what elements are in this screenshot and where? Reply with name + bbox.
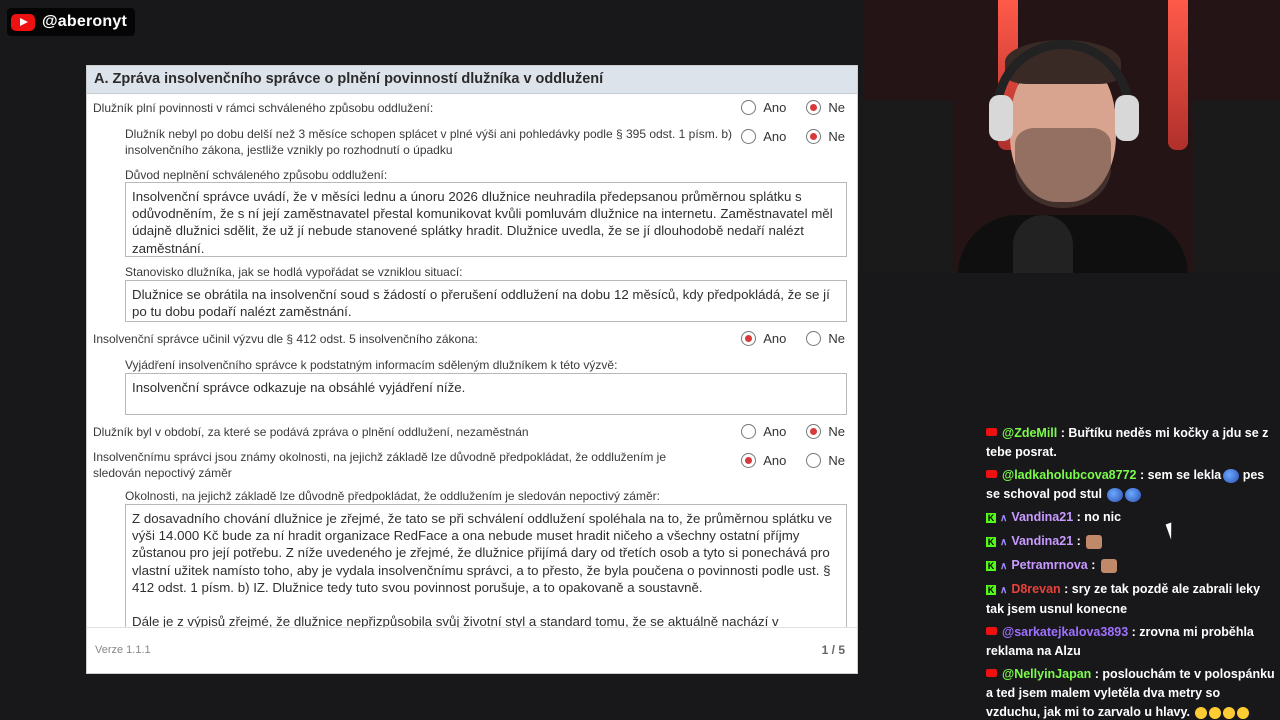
radio-no[interactable] bbox=[806, 129, 822, 144]
document-footer: Verze 1.1.1 1 / 5 bbox=[87, 627, 857, 673]
radio-no-label: Ne bbox=[828, 129, 845, 144]
radio-yes-label: Ano bbox=[763, 453, 787, 468]
radio-yes[interactable] bbox=[741, 453, 757, 468]
chat-text: : bbox=[1087, 558, 1099, 572]
chat-message: K ∧ Vandina21 : bbox=[986, 532, 1276, 552]
chat-username[interactable]: Vandina21 bbox=[1011, 510, 1073, 524]
chat-username[interactable]: @sarkatejkalova3893 bbox=[1002, 625, 1128, 639]
youtube-icon bbox=[11, 13, 35, 31]
text-field[interactable]: Dlužnice se obrátila na insolvenční soud… bbox=[125, 280, 847, 322]
kick-icon: K bbox=[986, 585, 996, 595]
radio-yes-label: Ano bbox=[763, 331, 787, 346]
radio-yes[interactable] bbox=[741, 100, 757, 115]
chat-message: @sarkatejkalova3893 : zrovna mi proběhla… bbox=[986, 623, 1276, 661]
emote-icon bbox=[1223, 468, 1240, 483]
rank-icon: ∧ bbox=[1000, 513, 1008, 524]
row-label: Insolvenční správce učinil výzvu dle § 4… bbox=[93, 332, 478, 346]
kick-icon: K bbox=[986, 561, 996, 571]
row-label: Dlužník byl v období, za které se podává… bbox=[93, 425, 529, 439]
radio-no-label: Ne bbox=[828, 453, 845, 468]
chat-message: K ∧ Vandina21 : no nic bbox=[986, 508, 1276, 528]
radio-yes-label: Ano bbox=[763, 424, 787, 439]
chat-username[interactable]: @ladkaholubcova8772 bbox=[1002, 468, 1136, 482]
chat-message: @NellyinJapan : poslouchám te v polospán… bbox=[986, 665, 1276, 720]
rank-icon: ∧ bbox=[1000, 561, 1008, 572]
radio-yes[interactable] bbox=[741, 424, 757, 439]
field-label: Vyjádření insolvenčního správce k podsta… bbox=[125, 358, 618, 372]
text-field[interactable]: Z dosavadního chování dlužnice je zřejmé… bbox=[125, 504, 847, 634]
emote-icon bbox=[1223, 706, 1236, 719]
chat-username[interactable]: Petramrnova bbox=[1011, 558, 1087, 572]
row-label: Dlužník nebyl po dobu delší než 3 měsíce… bbox=[125, 127, 733, 157]
field-label: Důvod neplnění schváleného způsobu oddlu… bbox=[125, 168, 388, 182]
chat-text: : bbox=[1073, 534, 1085, 548]
radio-no[interactable] bbox=[806, 453, 822, 468]
rank-icon: ∧ bbox=[1000, 585, 1008, 596]
text-field[interactable]: Insolvenční správce uvádí, že v měsíci l… bbox=[125, 182, 847, 257]
radio-yes[interactable] bbox=[741, 331, 757, 346]
radio-group: Ano Ne bbox=[741, 129, 845, 144]
row-label: Dlužník plní povinnosti v rámci schválen… bbox=[93, 101, 434, 115]
field-label: Okolnosti, na jejichž základě lze důvodn… bbox=[125, 489, 660, 503]
microphone bbox=[1013, 215, 1073, 273]
radio-group: Ano Ne bbox=[741, 424, 845, 439]
chat-message: K ∧ Petramrnova : bbox=[986, 556, 1276, 576]
kick-icon: K bbox=[986, 513, 996, 523]
text-field[interactable]: Insolvenční správce odkazuje na obsáhlé … bbox=[125, 373, 847, 415]
radio-no[interactable] bbox=[806, 100, 822, 115]
radio-yes-label: Ano bbox=[763, 100, 787, 115]
document-page: A. Zpráva insolvenčního správce o plnění… bbox=[86, 65, 858, 674]
chat-text: : sem se lekla bbox=[1136, 468, 1222, 482]
chat-username[interactable]: Vandina21 bbox=[1011, 534, 1073, 548]
field-label: Stanovisko dlužníka, jak se hodlá vypořá… bbox=[125, 265, 463, 279]
chat-message: @ZdeMill : Buřtíku neděs mi kočky a jdu … bbox=[986, 424, 1276, 462]
channel-badge: @aberonyt bbox=[7, 8, 135, 36]
chat-feed: @ZdeMill : Buřtíku neděs mi kočky a jdu … bbox=[986, 424, 1276, 720]
chat-text: : no nic bbox=[1073, 510, 1122, 524]
emote-icon bbox=[1237, 706, 1250, 719]
radio-no-label: Ne bbox=[828, 424, 845, 439]
emote-icon bbox=[1125, 487, 1142, 502]
youtube-icon bbox=[986, 669, 997, 677]
emote-icon bbox=[1086, 534, 1103, 549]
chat-username[interactable]: @NellyinJapan bbox=[1002, 667, 1091, 681]
chat-message: @ladkaholubcova8772 : sem se lekla pes s… bbox=[986, 466, 1276, 504]
emote-icon bbox=[1209, 706, 1222, 719]
radio-no[interactable] bbox=[806, 424, 822, 439]
page-number: 1 / 5 bbox=[821, 643, 845, 657]
channel-handle: @aberonyt bbox=[42, 13, 127, 30]
emote-icon bbox=[1195, 706, 1208, 719]
emote-icon bbox=[1100, 558, 1117, 573]
field-paragraph: Z dosavadního chování dlužnice je zřejmé… bbox=[132, 511, 832, 595]
radio-yes[interactable] bbox=[741, 129, 757, 144]
radio-no-label: Ne bbox=[828, 331, 845, 346]
emote-icon bbox=[1107, 487, 1124, 502]
radio-group: Ano Ne bbox=[741, 331, 845, 346]
chat-username[interactable]: @ZdeMill bbox=[1002, 426, 1057, 440]
rank-icon: ∧ bbox=[1000, 537, 1008, 548]
webcam-feed bbox=[863, 0, 1280, 273]
radio-yes-label: Ano bbox=[763, 129, 787, 144]
row-label: Insolvenčnímu správci jsou známy okolnos… bbox=[93, 450, 666, 480]
kick-icon: K bbox=[986, 537, 996, 547]
version-label: Verze 1.1.1 bbox=[95, 644, 151, 656]
chat-username[interactable]: D8revan bbox=[1011, 582, 1060, 596]
section-header: A. Zpráva insolvenčního správce o plnění… bbox=[87, 66, 857, 94]
chat-message: K ∧ D8revan : sry ze tak pozdě ale zabrali… bbox=[986, 580, 1276, 619]
youtube-icon bbox=[986, 428, 997, 436]
radio-no[interactable] bbox=[806, 331, 822, 346]
radio-group: Ano Ne bbox=[741, 100, 845, 115]
radio-group: Ano Ne bbox=[741, 453, 845, 468]
section-title: A. Zpráva insolvenčního správce o plnění… bbox=[94, 71, 604, 87]
youtube-icon bbox=[986, 470, 997, 478]
youtube-icon bbox=[986, 627, 997, 635]
radio-no-label: Ne bbox=[828, 100, 845, 115]
